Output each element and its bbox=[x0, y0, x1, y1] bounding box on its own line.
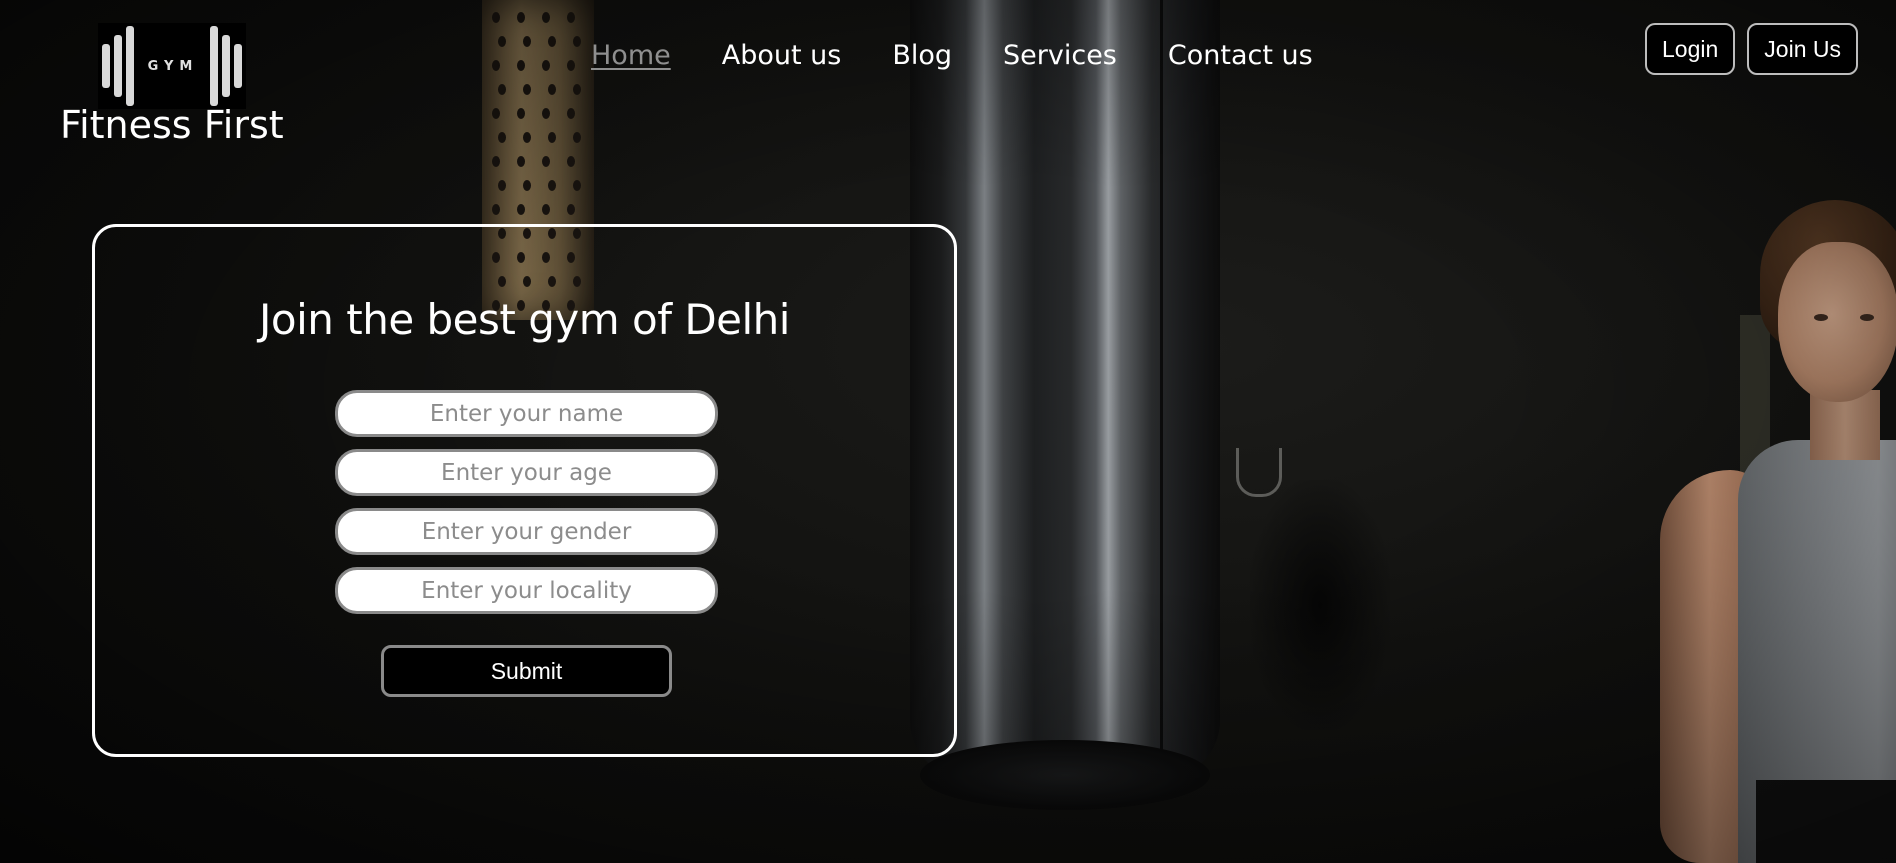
main-nav: Home About us Blog Services Contact us bbox=[591, 40, 1313, 71]
form-title: Join the best gym of Delhi bbox=[259, 295, 790, 344]
submit-button[interactable]: Submit bbox=[381, 645, 672, 697]
auth-buttons: Login Join Us bbox=[1645, 23, 1858, 75]
dumbbell-logo-icon bbox=[101, 26, 134, 106]
gym-logo[interactable]: GYM bbox=[98, 23, 246, 109]
logo-bar bbox=[222, 35, 231, 97]
logo-bar bbox=[101, 44, 110, 88]
dumbbell-logo-icon bbox=[210, 26, 243, 106]
logo-bar bbox=[234, 44, 243, 88]
logo-text: GYM bbox=[147, 58, 199, 74]
logo-bar bbox=[125, 26, 134, 106]
login-button[interactable]: Login bbox=[1645, 23, 1736, 75]
gender-input[interactable] bbox=[335, 508, 718, 555]
nav-about-us[interactable]: About us bbox=[722, 40, 842, 71]
locality-input[interactable] bbox=[335, 567, 718, 614]
logo-bar bbox=[113, 35, 122, 97]
age-input[interactable] bbox=[335, 449, 718, 496]
page: GYM Fitness First Home About us Blog Ser… bbox=[0, 0, 1896, 863]
nav-services[interactable]: Services bbox=[1003, 40, 1117, 71]
nav-contact-us[interactable]: Contact us bbox=[1168, 40, 1313, 71]
join-us-button[interactable]: Join Us bbox=[1747, 23, 1858, 75]
nav-blog[interactable]: Blog bbox=[892, 40, 952, 71]
nav-home[interactable]: Home bbox=[591, 40, 671, 71]
brand-name: Fitness First bbox=[60, 103, 284, 147]
name-input[interactable] bbox=[335, 390, 718, 437]
logo-bar bbox=[210, 26, 219, 106]
join-form-card: Join the best gym of Delhi Submit bbox=[92, 224, 957, 757]
form-fields bbox=[335, 390, 718, 614]
